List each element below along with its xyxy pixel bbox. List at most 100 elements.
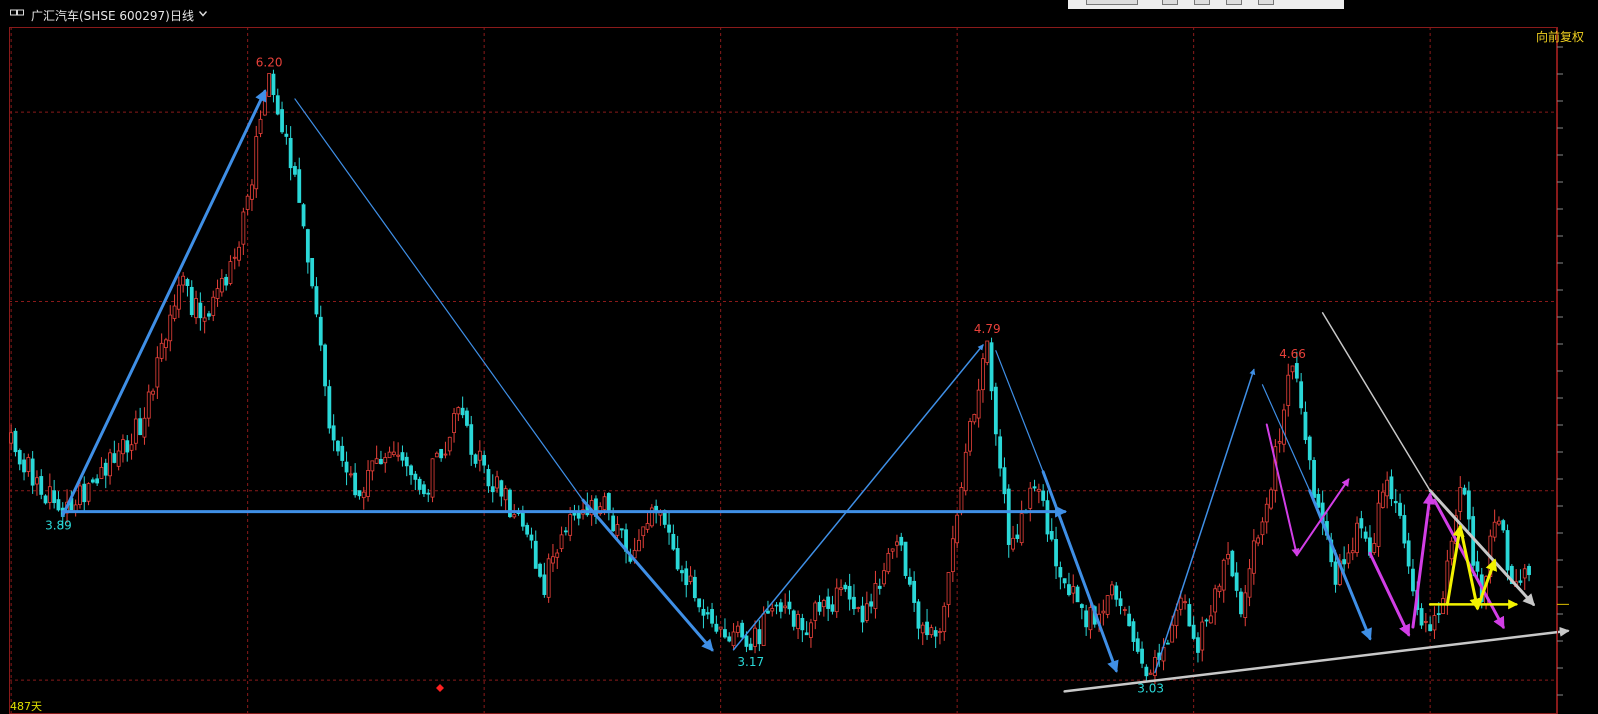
candle-body (331, 425, 336, 441)
candle-body (1466, 490, 1471, 520)
candle-body (1411, 568, 1415, 592)
candle-body (35, 477, 39, 485)
toolbar-button[interactable] (1226, 0, 1242, 5)
candle-body (791, 610, 796, 627)
toolbar-field[interactable] (1086, 0, 1138, 5)
candle-body (13, 430, 18, 453)
candle-body (856, 607, 861, 609)
candle-body (258, 118, 263, 134)
candle-body (938, 631, 942, 633)
candle-body (1269, 489, 1273, 509)
candle-body (1518, 580, 1523, 583)
candle-body (228, 261, 233, 284)
candle-body (907, 576, 912, 585)
candle-body (465, 410, 469, 426)
candle-body (1462, 487, 1467, 495)
candle-body (1187, 604, 1192, 627)
candle-body (181, 275, 186, 286)
event-marker-icon (436, 684, 444, 692)
price-annotation: 3.03 (1137, 681, 1164, 695)
candle-body (172, 305, 177, 319)
toolbar-button[interactable] (1194, 0, 1210, 5)
candle-body (1234, 572, 1239, 591)
candle-body (473, 454, 478, 464)
candle-body (1264, 503, 1269, 523)
candle-body (1251, 540, 1256, 574)
candle-body (976, 389, 981, 419)
period-selector[interactable]: 日线 (170, 7, 194, 24)
candle-body (241, 211, 246, 245)
chart-grid (9, 27, 1557, 714)
candle-body (1088, 607, 1093, 631)
candle-body (1294, 363, 1299, 379)
candle-body (555, 552, 560, 558)
candle-body (1277, 441, 1282, 444)
candle-body (778, 602, 783, 612)
candle-body (839, 587, 843, 590)
candle-body (426, 492, 431, 495)
candle-body (146, 391, 151, 419)
candle-body (1002, 467, 1007, 495)
candle-body (602, 496, 607, 510)
candle-body (1170, 624, 1175, 643)
toolbar-button[interactable] (1162, 0, 1178, 5)
menu-icon[interactable] (10, 9, 24, 17)
candle-body (288, 138, 293, 169)
candle-body (1350, 550, 1355, 554)
candle-body (529, 534, 534, 541)
candle-body (1067, 584, 1071, 596)
candle-body (1475, 561, 1480, 572)
candle-body (1385, 479, 1390, 497)
candle-body (774, 604, 779, 607)
candle-body (684, 568, 689, 586)
candle-body (133, 418, 138, 444)
candle-body (456, 407, 461, 415)
candle-body (477, 450, 482, 461)
candle-body (946, 572, 951, 605)
candle-body (1406, 540, 1411, 567)
candle-body (387, 451, 392, 459)
candle-body (512, 514, 517, 518)
candle-body (1492, 521, 1497, 538)
candle-body (1286, 374, 1291, 406)
candle-body (834, 587, 839, 613)
candle-body (942, 605, 947, 633)
candle-body (770, 608, 775, 612)
candle-body (714, 623, 719, 632)
candle-body (103, 462, 108, 476)
candle-body (194, 298, 198, 319)
candle-body (1032, 486, 1037, 489)
candle-body (920, 624, 925, 634)
candle-body (1058, 567, 1063, 578)
candle-body (284, 133, 289, 137)
candle-body (783, 605, 788, 609)
candle-body (809, 622, 813, 638)
adjust-mode-label[interactable]: 向前复权 (1536, 28, 1584, 45)
candlestick-chart[interactable]: 6.20 3.89 3.17 4.79 3.03 4.66 (9, 27, 1598, 714)
candle-body (1380, 491, 1385, 508)
candle-body (340, 445, 345, 461)
candle-body (929, 627, 934, 636)
candle-body (237, 246, 241, 261)
candle-body (1191, 624, 1196, 639)
candle-body (1372, 543, 1377, 553)
candle-body (323, 344, 327, 387)
chart-canvas[interactable]: 6.20 3.89 3.17 4.79 3.03 4.66 (9, 27, 1598, 714)
candle-body (1148, 672, 1153, 675)
toolbar-button[interactable] (1258, 0, 1274, 5)
candle-body (400, 452, 405, 461)
candle-body (692, 576, 697, 599)
candle-body (26, 457, 31, 472)
candle-body (968, 421, 972, 452)
candle-body (1428, 624, 1433, 632)
candle-body (73, 504, 78, 512)
candle-body (1144, 666, 1149, 677)
candle-body (1054, 539, 1058, 567)
candle-body (434, 452, 439, 458)
candle-body (1376, 502, 1381, 547)
chevron-down-icon[interactable] (199, 11, 207, 17)
candle-body (39, 476, 44, 495)
candle-body (1079, 604, 1084, 608)
candle-body (1256, 537, 1261, 544)
candle-body (671, 533, 676, 550)
